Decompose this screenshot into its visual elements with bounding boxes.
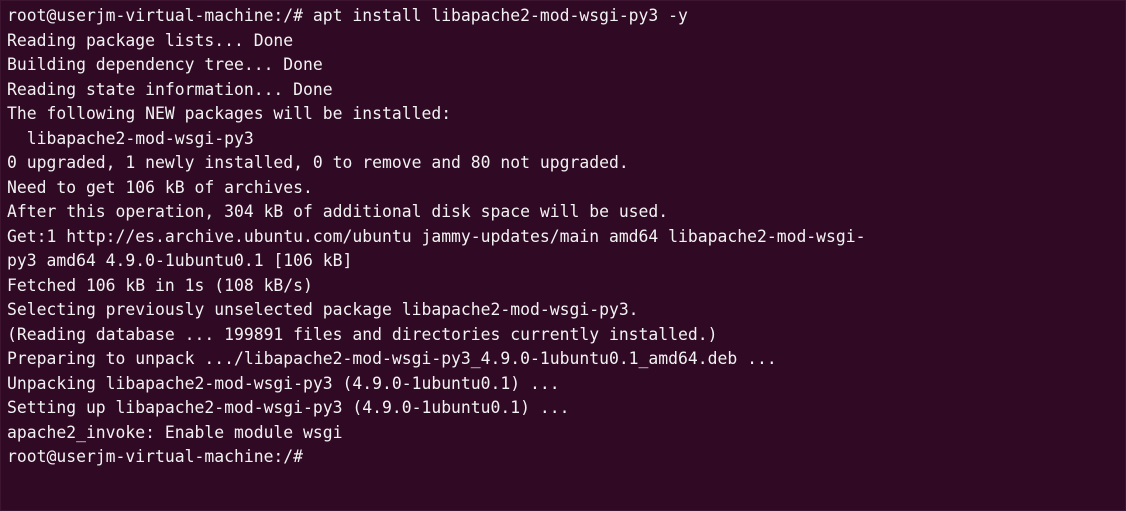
terminal-line: After this operation, 304 kB of addition…	[7, 202, 669, 221]
terminal-line: Selecting previously unselected package …	[7, 300, 639, 319]
terminal-window[interactable]: root@userjm-virtual-machine:/# apt insta…	[0, 0, 1126, 511]
terminal-line: apache2_invoke: Enable module wsgi	[7, 422, 343, 442]
terminal-line: Unpacking libapache2-mod-wsgi-py3 (4.9.0…	[7, 373, 560, 393]
terminal-line-command: root@userjm-virtual-machine:/# apt insta…	[7, 6, 688, 25]
terminal-line: Setting up libapache2-mod-wsgi-py3 (4.9.…	[7, 398, 570, 417]
terminal-line: Get:1 http://es.archive.ubuntu.com/ubunt…	[7, 226, 866, 246]
terminal-line: Need to get 106 kB of archives.	[7, 177, 313, 197]
terminal-line: Fetched 106 kB in 1s (108 kB/s)	[7, 275, 313, 295]
terminal-line: Reading state information... Done	[7, 79, 333, 99]
terminal-line: libapache2-mod-wsgi-py3	[7, 128, 254, 148]
terminal-line: The following NEW packages will be insta…	[7, 104, 452, 123]
terminal-cursor	[313, 446, 323, 465]
terminal-line: py3 amd64 4.9.0-1ubuntu0.1 [106 kB]	[7, 251, 353, 270]
terminal-line: 0 upgraded, 1 newly installed, 0 to remo…	[7, 153, 629, 172]
terminal-line: Preparing to unpack .../libapache2-mod-w…	[7, 349, 777, 368]
terminal-output: root@userjm-virtual-machine:/# apt insta…	[7, 4, 1119, 470]
terminal-prompt: root@userjm-virtual-machine:/#	[7, 447, 313, 466]
terminal-prompt-line[interactable]: root@userjm-virtual-machine:/#	[7, 445, 1119, 470]
terminal-line: Building dependency tree... Done	[7, 55, 323, 74]
terminal-line: Reading package lists... Done	[7, 30, 294, 50]
terminal-line: (Reading database ... 199891 files and d…	[7, 324, 718, 344]
